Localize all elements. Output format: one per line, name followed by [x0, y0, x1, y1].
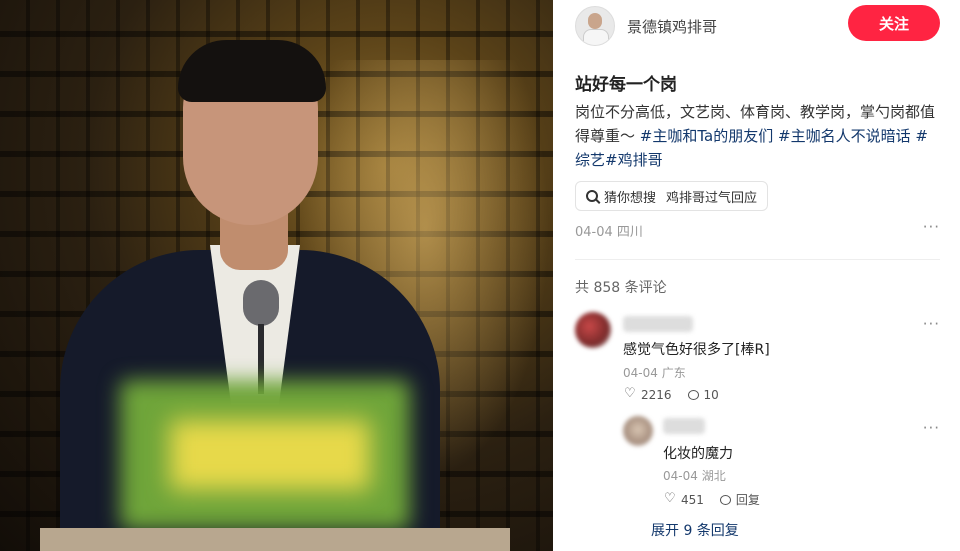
search-chip-label: 猜你想搜	[604, 190, 657, 206]
screen: 景德镇鸡排哥 关注 站好每一个岗 岗位不分高低，文艺岗、体育岗、教学岗，掌勺岗都…	[0, 0, 960, 551]
expand-replies-link[interactable]: 展开 9 条回复	[651, 520, 739, 540]
post-location: 四川	[616, 225, 643, 240]
like-icon[interactable]	[624, 386, 636, 401]
reply-count[interactable]: 10	[704, 388, 719, 402]
suggested-search-chip[interactable]: 猜你想搜 鸡排哥过气回应	[575, 181, 769, 211]
commenter-name-blurred[interactable]	[623, 316, 693, 332]
comment-date: 04-04	[623, 366, 658, 380]
commenter-avatar-blurred[interactable]	[575, 312, 611, 348]
avatar-face	[588, 13, 602, 29]
more-options-icon[interactable]: ···	[923, 218, 940, 236]
comment-count: 共 858 条评论	[575, 280, 667, 296]
follow-button[interactable]: 关注	[848, 5, 940, 41]
reply-name-blurred[interactable]	[663, 418, 705, 434]
podium-blurred-sign-center	[170, 420, 370, 490]
reply-button[interactable]: 回复	[736, 491, 760, 508]
comment-icon[interactable]	[719, 494, 731, 505]
search-chip-query: 鸡排哥过气回应	[666, 190, 758, 206]
post-description: 岗位不分高低，文艺岗、体育岗、教学岗，掌勺岗都值得尊重～ #主咖和Ta的朋友们 …	[575, 100, 940, 172]
post-meta: 04-04 四川	[575, 221, 643, 240]
post-image[interactable]	[0, 0, 553, 551]
podium-edge	[40, 528, 510, 551]
hashtag[interactable]: #主咖名人不说暗话	[778, 127, 911, 145]
reply-location: 湖北	[701, 469, 726, 483]
divider	[575, 259, 940, 260]
reply-avatar-blurred[interactable]	[623, 416, 653, 446]
like-icon[interactable]	[664, 491, 676, 506]
reply-meta: 04-04 湖北	[663, 467, 726, 484]
comment-text: 感觉气色好很多了[棒R]	[623, 342, 770, 358]
search-icon	[586, 190, 598, 202]
avatar[interactable]	[575, 6, 615, 46]
reply-more-icon[interactable]: ···	[923, 419, 940, 437]
microphone-icon	[243, 280, 279, 326]
hair	[178, 40, 326, 102]
author-header[interactable]: 景德镇鸡排哥	[575, 6, 717, 46]
comment-icon[interactable]	[687, 390, 699, 400]
post-date: 04-04	[575, 225, 613, 240]
like-count[interactable]: 2216	[641, 388, 672, 402]
comment-meta: 04-04 广东	[623, 364, 686, 381]
post-panel: 景德镇鸡排哥 关注 站好每一个岗 岗位不分高低，文艺岗、体育岗、教学岗，掌勺岗都…	[553, 0, 960, 551]
comment-more-icon[interactable]: ···	[923, 315, 940, 333]
reply-like-count[interactable]: 451	[681, 493, 704, 507]
avatar-body	[583, 29, 609, 45]
hashtag[interactable]: #主咖和Ta的朋友们	[640, 127, 773, 145]
reply-date: 04-04	[663, 469, 698, 483]
comment-actions: 2216 10	[624, 386, 719, 402]
comment-location: 广东	[661, 366, 686, 380]
hashtag[interactable]: #鸡排哥	[605, 151, 663, 169]
reply-actions: 451 回复	[664, 491, 760, 508]
post-title: 站好每一个岗	[575, 75, 677, 95]
reply-text: 化妆的魔力	[663, 446, 733, 462]
author-name[interactable]: 景德镇鸡排哥	[627, 16, 717, 37]
